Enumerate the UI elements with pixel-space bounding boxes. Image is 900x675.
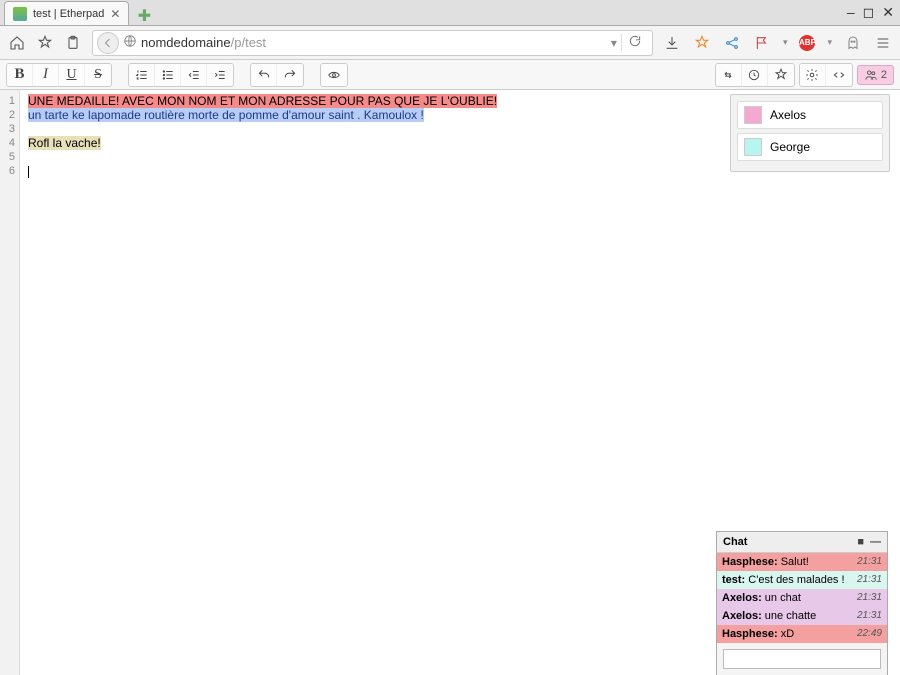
undo-button[interactable] xyxy=(251,64,277,86)
dropdown-small-icon[interactable]: ▾ xyxy=(783,37,788,48)
editor-toolbar: B I U S 2 xyxy=(0,60,900,90)
close-window-icon[interactable]: ✕ xyxy=(882,4,894,21)
user-row[interactable]: George xyxy=(737,133,883,161)
chat-header[interactable]: Chat ■ — xyxy=(717,532,887,553)
doc-line-2[interactable]: un tarte ke lapomade routière morte de p… xyxy=(28,108,424,122)
chat-panel: Chat ■ — Hasphese: Salut!21:31test: C'es… xyxy=(716,531,888,675)
ghost-icon[interactable] xyxy=(844,34,862,52)
indent-button[interactable] xyxy=(207,64,233,86)
chat-message-time: 21:31 xyxy=(857,592,882,604)
user-name: Axelos xyxy=(770,108,806,122)
user-color-swatch xyxy=(744,138,762,156)
user-row[interactable]: Axelos xyxy=(737,101,883,129)
line-number: 1 xyxy=(0,94,15,108)
tab-title: test | Etherpad xyxy=(33,8,104,20)
italic-button[interactable]: I xyxy=(33,64,59,86)
chat-message: Hasphese: Salut! 21:31 xyxy=(717,553,887,571)
globe-icon xyxy=(123,34,137,51)
chat-message: Axelos: une chatte 21:31 xyxy=(717,607,887,625)
browser-nav-bar: nomdedomaine/p/test ▾ ▾ ABP ▾ xyxy=(0,26,900,60)
back-icon[interactable] xyxy=(97,32,119,54)
share-icon[interactable] xyxy=(723,34,741,52)
doc-line-4[interactable]: Rofl la vache! xyxy=(28,136,101,150)
chat-input[interactable] xyxy=(723,649,881,669)
chat-message-text: Axelos: un chat xyxy=(722,592,851,604)
favicon-icon xyxy=(13,7,27,21)
browser-tab-bar: test | Etherpad ✕ ✚ xyxy=(0,0,900,26)
new-tab-button[interactable]: ✚ xyxy=(135,7,153,25)
browser-tab[interactable]: test | Etherpad ✕ xyxy=(4,1,129,25)
text-cursor xyxy=(28,166,29,178)
line-number: 6 xyxy=(0,164,15,178)
download-icon[interactable] xyxy=(663,34,681,52)
close-tab-icon[interactable]: ✕ xyxy=(110,7,120,21)
dropdown-small-icon-2[interactable]: ▾ xyxy=(827,37,832,48)
dropdown-icon[interactable]: ▾ xyxy=(611,36,617,50)
home-icon[interactable] xyxy=(8,34,26,52)
outdent-button[interactable] xyxy=(181,64,207,86)
chat-input-wrap xyxy=(723,649,881,669)
users-icon xyxy=(864,68,878,82)
users-button[interactable]: 2 xyxy=(857,65,894,85)
underline-button[interactable]: U xyxy=(59,64,85,86)
chat-message-time: 21:31 xyxy=(857,574,882,586)
users-panel: Axelos George xyxy=(730,94,890,172)
menu-icon[interactable] xyxy=(874,34,892,52)
bold-button[interactable]: B xyxy=(7,64,33,86)
chat-message-time: 22:49 xyxy=(857,628,882,640)
chat-message-text: Hasphese: Salut! xyxy=(722,556,851,568)
chat-minimize-icon[interactable]: — xyxy=(870,536,881,548)
unordered-list-button[interactable] xyxy=(155,64,181,86)
import-export-button[interactable] xyxy=(716,64,742,86)
embed-button[interactable] xyxy=(826,64,852,86)
doc-line-1[interactable]: UNE MEDAILLE! AVEC MON NOM ET MON ADRESS… xyxy=(28,94,497,108)
star-orange-icon[interactable] xyxy=(693,34,711,52)
chat-message: Hasphese: xD 22:49 xyxy=(717,625,887,643)
chat-message-time: 21:31 xyxy=(857,556,882,568)
flag-icon[interactable] xyxy=(753,34,771,52)
strike-button[interactable]: S xyxy=(85,64,111,86)
line-number: 3 xyxy=(0,122,15,136)
url-bar[interactable]: nomdedomaine/p/test ▾ xyxy=(92,30,653,56)
chat-message: test: C'est des malades ! 21:31 xyxy=(717,571,887,589)
redo-button[interactable] xyxy=(277,64,303,86)
settings-button[interactable] xyxy=(800,64,826,86)
line-number: 2 xyxy=(0,108,15,122)
chat-message-text: Axelos: une chatte xyxy=(722,610,851,622)
chat-message-text: test: C'est des malades ! xyxy=(722,574,851,586)
bookmark-star-icon[interactable] xyxy=(36,34,54,52)
maximize-icon[interactable]: ◻ xyxy=(863,4,875,21)
ordered-list-button[interactable] xyxy=(129,64,155,86)
save-revision-button[interactable] xyxy=(768,64,794,86)
user-color-swatch xyxy=(744,106,762,124)
line-number: 4 xyxy=(0,136,15,150)
clipboard-icon[interactable] xyxy=(64,34,82,52)
timeslider-button[interactable] xyxy=(742,64,768,86)
chat-title: Chat xyxy=(723,536,747,548)
abp-icon[interactable]: ABP xyxy=(799,35,815,51)
chat-message-text: Hasphese: xD xyxy=(722,628,851,640)
chat-messages: Hasphese: Salut!21:31test: C'est des mal… xyxy=(717,553,887,643)
chat-message: Axelos: un chat 21:31 xyxy=(717,589,887,607)
refresh-icon[interactable] xyxy=(621,34,648,51)
user-count: 2 xyxy=(881,69,887,81)
chat-message-time: 21:31 xyxy=(857,610,882,622)
url-text: nomdedomaine/p/test xyxy=(141,35,607,50)
clear-authorship-button[interactable] xyxy=(321,64,347,86)
minimize-icon[interactable]: – xyxy=(847,4,855,21)
chat-detach-icon[interactable]: ■ xyxy=(857,536,864,548)
line-number: 5 xyxy=(0,150,15,164)
line-gutter: 123456 xyxy=(0,90,20,675)
user-name: George xyxy=(770,140,810,154)
